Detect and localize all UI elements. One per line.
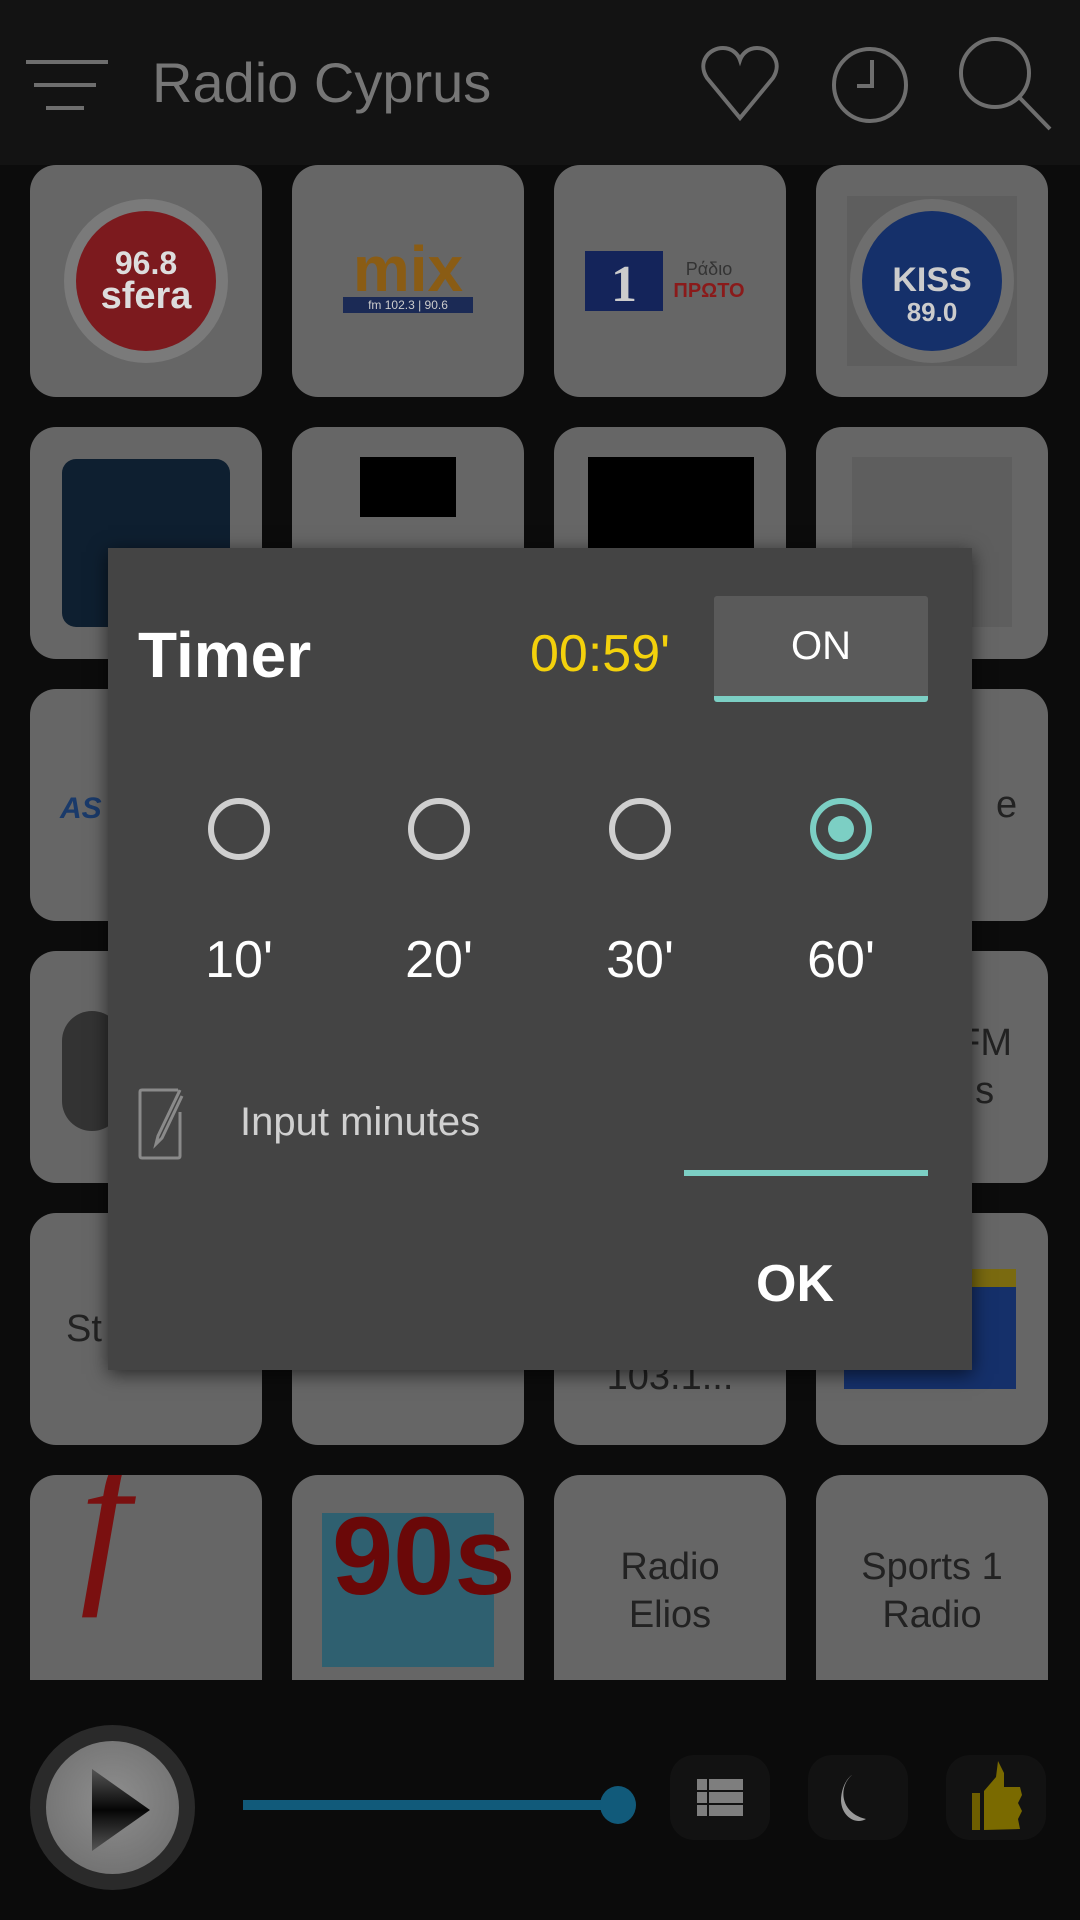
player-bar (0, 1680, 1080, 1920)
station-label: St (66, 1308, 102, 1350)
station-label: Radio Elios (620, 1546, 720, 1636)
station-logo-mix: mix fm 102.3 | 90.6 (343, 233, 473, 313)
playlist-button[interactable] (670, 1755, 770, 1840)
svg-text:KISS: KISS (892, 261, 971, 299)
station-logo-proto: 1 Ράδιο ΠΡΩΤΟ (585, 251, 745, 313)
station-logo-kanali (588, 457, 754, 557)
timer-dialog: Timer 00:59' ON 10' 20' 30' 60' Input mi… (108, 548, 972, 1370)
station-tile[interactable]: 96.8 sfera (30, 165, 262, 397)
heart-icon[interactable] (695, 40, 785, 130)
edit-icon (138, 1088, 184, 1160)
menu-icon[interactable] (26, 60, 108, 110)
timer-remaining: 00:59' (530, 625, 671, 683)
station-logo-90s-text: 90s (332, 1495, 516, 1618)
station-tile[interactable]: 1 Ράδιο ΠΡΩΤΟ (554, 165, 786, 397)
svg-text:1: 1 (611, 256, 637, 313)
station-logo-astra: AS (60, 792, 102, 825)
station-tile[interactable]: KISS 89.0 (816, 165, 1048, 397)
station-tile[interactable]: Radio Elios (554, 1475, 786, 1680)
station-tile[interactable]: 90s (292, 1475, 524, 1680)
radio-20-min[interactable] (408, 798, 470, 860)
list-icon (697, 1779, 743, 1816)
station-tile[interactable]: mix fm 102.3 | 90.6 (292, 165, 524, 397)
svg-text:Ράδιο: Ράδιο (686, 259, 732, 279)
app-toolbar: Radio Cyprus (0, 0, 1080, 165)
volume-slider[interactable] (243, 1800, 618, 1810)
radio-60-min[interactable] (810, 798, 872, 860)
play-button-face (46, 1741, 179, 1874)
input-minutes-label: Input minutes (240, 1100, 481, 1144)
svg-text:89.0: 89.0 (907, 297, 958, 327)
option-label[interactable]: 30' (580, 930, 700, 990)
sleep-timer-button[interactable] (808, 1755, 908, 1840)
volume-slider-thumb[interactable] (600, 1786, 636, 1824)
dialog-title: Timer (138, 619, 312, 691)
station-logo-sfera: 96.8 sfera (64, 199, 228, 363)
radio-30-min[interactable] (609, 798, 671, 860)
station-logo-super-screen (360, 457, 456, 517)
station-logo-classic: f (80, 1475, 131, 1618)
station-label: Sports 1 Radio (861, 1546, 1003, 1636)
svg-text:fm 102.3 | 90.6: fm 102.3 | 90.6 (368, 298, 448, 312)
moon-icon (841, 1775, 866, 1821)
station-tile[interactable]: Sports 1 Radio (816, 1475, 1048, 1680)
svg-text:mix: mix (353, 233, 464, 305)
option-label[interactable]: 20' (379, 930, 499, 990)
search-icon[interactable] (955, 35, 1055, 135)
option-label[interactable]: 60' (781, 930, 901, 990)
thumbs-up-icon (972, 1761, 1022, 1830)
station-logo-90s: 90s (322, 1502, 516, 1667)
clock-icon[interactable] (825, 40, 915, 130)
play-button[interactable] (30, 1725, 195, 1890)
app-title: Radio Cyprus (152, 51, 492, 114)
option-label[interactable]: 10' (179, 930, 299, 990)
timer-toggle-button[interactable]: ON (714, 596, 928, 702)
minutes-input[interactable] (684, 1086, 928, 1176)
station-tile[interactable]: f (30, 1475, 262, 1680)
ok-button[interactable]: OK (756, 1254, 834, 1314)
svg-text:sfera: sfera (101, 275, 193, 317)
svg-text:ΠΡΩΤΟ: ΠΡΩΤΟ (673, 280, 744, 302)
like-button[interactable] (946, 1755, 1046, 1840)
station-logo-kiss: KISS 89.0 (847, 196, 1017, 366)
play-icon (92, 1769, 150, 1851)
radio-10-min[interactable] (208, 798, 270, 860)
